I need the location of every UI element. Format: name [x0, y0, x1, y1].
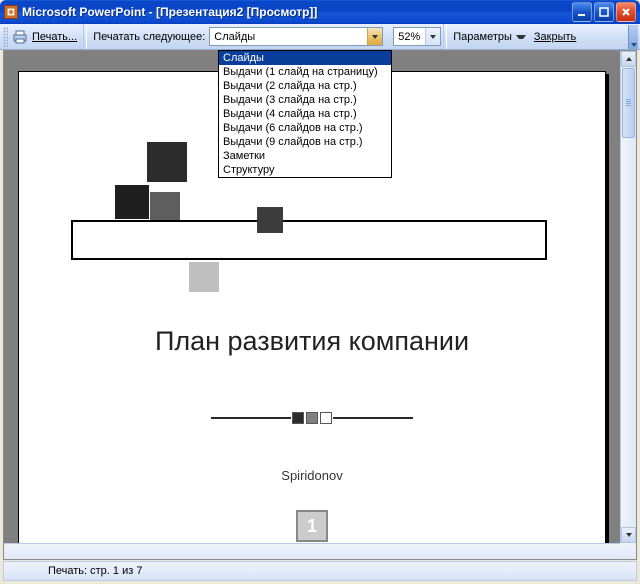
option-slides[interactable]: Слайды [219, 51, 391, 65]
decoration-bar [71, 220, 547, 260]
toolbar-divider [83, 24, 87, 49]
title-bar: Microsoft PowerPoint - [Презентация2 [Пр… [0, 0, 640, 24]
print-what-value: Слайды [214, 31, 255, 43]
close-preview-button[interactable]: Закрыть [530, 28, 580, 46]
decoration-square [147, 142, 187, 182]
zoom-toggle-icon[interactable] [425, 28, 440, 45]
vertical-scrollbar[interactable] [620, 51, 636, 543]
printer-icon [12, 29, 28, 45]
option-handouts-9[interactable]: Выдачи (9 слайдов на стр.) [219, 135, 391, 149]
window-controls [572, 2, 636, 22]
zoom-value: 52% [398, 31, 420, 43]
scroll-thumb[interactable] [622, 68, 635, 138]
option-handouts-3[interactable]: Выдачи (3 слайда на стр.) [219, 93, 391, 107]
print-what-dropdown[interactable]: Слайды [209, 27, 383, 46]
minimize-button[interactable] [572, 2, 592, 22]
status-bar: Печать: стр. 1 из 7 [3, 561, 637, 581]
print-what-options-list: Слайды Выдачи (1 слайд на страницу) Выда… [218, 50, 392, 178]
zoom-dropdown[interactable]: 52% [393, 27, 441, 46]
window-title: Microsoft PowerPoint - [Презентация2 [Пр… [22, 5, 317, 19]
maximize-button[interactable] [594, 2, 614, 22]
page-number-badge: 1 [296, 510, 328, 542]
app-icon [4, 5, 18, 19]
option-outline[interactable]: Структуру [219, 163, 391, 177]
print-label: Печать... [32, 31, 77, 43]
option-handouts-6[interactable]: Выдачи (6 слайдов на стр.) [219, 121, 391, 135]
option-notes[interactable]: Заметки [219, 149, 391, 163]
option-handouts-1[interactable]: Выдачи (1 слайд на страницу) [219, 65, 391, 79]
option-handouts-2[interactable]: Выдачи (2 слайда на стр.) [219, 79, 391, 93]
slide-author: Spiridonov [19, 468, 605, 483]
scroll-corner [620, 543, 636, 559]
slide-title: План развития компании [19, 326, 605, 357]
close-window-button[interactable] [616, 2, 636, 22]
print-button[interactable]: Печать... [8, 26, 81, 48]
horizontal-scrollbar[interactable] [4, 543, 620, 559]
print-preview-toolbar: Печать... Печатать следующее: Слайды 52%… [0, 24, 640, 50]
scroll-down-button[interactable] [621, 527, 636, 543]
decoration-square [189, 262, 219, 292]
dropdown-toggle-icon[interactable] [367, 28, 382, 45]
print-what-label: Печатать следующее: [93, 31, 205, 43]
option-handouts-4[interactable]: Выдачи (4 слайда на стр.) [219, 107, 391, 121]
toolbar-overflow[interactable] [628, 25, 638, 49]
toolbar-divider [443, 24, 447, 49]
options-button[interactable]: Параметры [449, 28, 530, 46]
chevron-down-icon [516, 35, 526, 39]
decoration-square [115, 185, 149, 219]
ornament-divider [19, 412, 605, 424]
decoration-square [257, 207, 283, 233]
decoration-square [150, 192, 180, 222]
status-text: Печать: стр. 1 из 7 [48, 565, 142, 577]
scroll-up-button[interactable] [621, 51, 636, 67]
